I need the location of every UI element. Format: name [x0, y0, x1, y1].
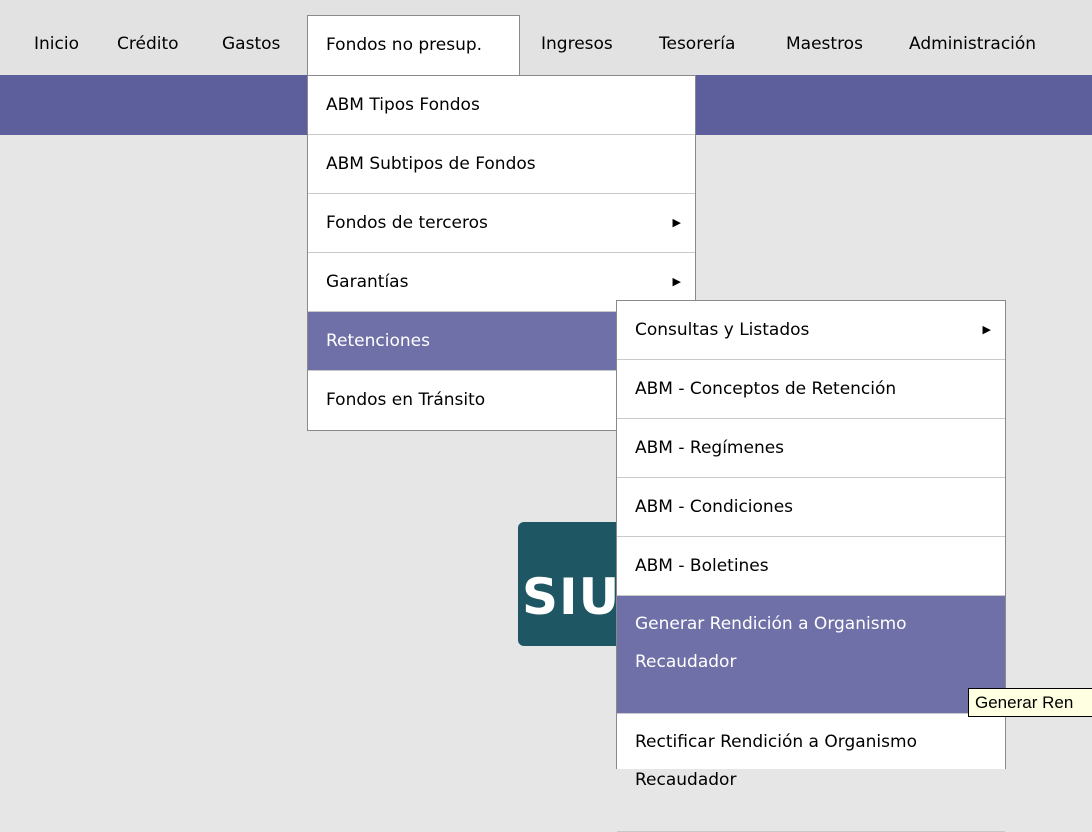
menu-item-abm-subtipos-fondos[interactable]: ABM Subtipos de Fondos	[308, 135, 695, 194]
menu-item-label: Rectificar Rendición a Organismo Recauda…	[635, 732, 917, 790]
menu-item-label: ABM Tipos Fondos	[326, 95, 480, 115]
top-menubar: Inicio Crédito Gastos Ingresos Tesorería…	[0, 0, 1092, 75]
siu-logo-text: SIU	[522, 568, 621, 626]
submenu-item-abm-regimenes[interactable]: ABM - Regímenes	[617, 419, 1005, 478]
menu-gastos[interactable]: Gastos	[222, 32, 280, 56]
menu-item-label: Retenciones	[326, 331, 430, 351]
menu-item-label: Garantías	[326, 272, 409, 292]
menu-fondos-no-presup-label: Fondos no presup.	[326, 35, 483, 55]
menu-item-label: Fondos en Tránsito	[326, 390, 486, 410]
menu-item-abm-tipos-fondos[interactable]: ABM Tipos Fondos	[308, 76, 695, 135]
menu-item-label: Fondos de terceros	[326, 213, 488, 233]
menu-administracion[interactable]: Administración	[909, 32, 1036, 56]
submenu-item-abm-condiciones[interactable]: ABM - Condiciones	[617, 478, 1005, 537]
menu-item-label: ABM - Condiciones	[635, 497, 794, 517]
menu-item-label: ABM - Conceptos de Retención	[635, 379, 897, 399]
menu-item-label: ABM - Boletines	[635, 556, 769, 576]
menu-item-fondos-de-terceros[interactable]: Fondos de terceros ▶	[308, 194, 695, 253]
triangle-right-icon: ▶	[982, 323, 991, 336]
menu-fondos-no-presup-active[interactable]: Fondos no presup.	[307, 15, 520, 75]
menu-item-label: Generar Rendición a Organismo Recaudador	[635, 614, 907, 672]
retenciones-submenu: Consultas y Listados ▶ ABM - Conceptos d…	[616, 300, 1006, 832]
menu-item-label: ABM Subtipos de Fondos	[326, 154, 536, 174]
menu-credito[interactable]: Crédito	[117, 32, 179, 56]
submenu-item-rectificar-rendicion[interactable]: Rectificar Rendición a Organismo Recauda…	[617, 714, 1005, 832]
submenu-item-abm-conceptos-retencion[interactable]: ABM - Conceptos de Retención	[617, 360, 1005, 419]
triangle-right-icon: ▶	[672, 216, 681, 229]
menu-ingresos[interactable]: Ingresos	[541, 32, 613, 56]
submenu-item-consultas-listados[interactable]: Consultas y Listados ▶	[617, 301, 1005, 360]
submenu-item-generar-rendicion[interactable]: Generar Rendición a Organismo Recaudador	[617, 596, 1005, 714]
menu-tesoreria[interactable]: Tesorería	[659, 32, 735, 56]
menu-maestros[interactable]: Maestros	[786, 32, 863, 56]
tooltip: Generar Ren	[968, 688, 1092, 717]
menu-item-label: ABM - Regímenes	[635, 438, 785, 458]
menu-item-label: Consultas y Listados	[635, 320, 810, 340]
menu-inicio[interactable]: Inicio	[34, 32, 79, 56]
submenu-item-abm-boletines[interactable]: ABM - Boletines	[617, 537, 1005, 596]
